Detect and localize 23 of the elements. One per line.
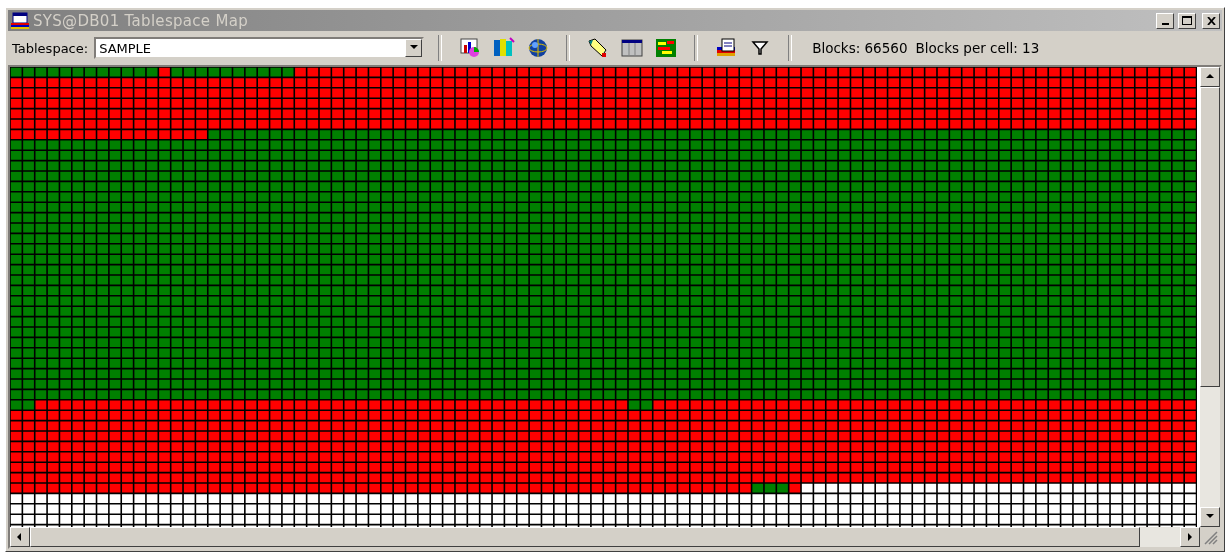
tablespace-label: Tablespace: xyxy=(12,40,89,56)
map-icon xyxy=(654,36,679,60)
close-button[interactable] xyxy=(1202,12,1220,29)
block-info: Blocks: 66560 xyxy=(812,40,908,56)
close-icon xyxy=(1206,16,1216,25)
minimize-button[interactable] xyxy=(1156,12,1174,29)
scroll-thumb[interactable] xyxy=(1200,87,1220,387)
size-grip-icon xyxy=(1204,531,1218,545)
right-arrow-icon xyxy=(1185,532,1195,542)
block-info: Blocks per cell: 13 xyxy=(915,40,1040,56)
maximize-button[interactable] xyxy=(1178,12,1196,29)
window-title: SYS@DB01 Tablespace Map xyxy=(33,11,250,30)
window-icon xyxy=(620,36,645,60)
scroll-up-button[interactable] xyxy=(1200,67,1220,87)
scroll-right-button[interactable] xyxy=(1180,527,1200,547)
minimize-icon xyxy=(1161,22,1169,25)
scroll-thumb[interactable] xyxy=(30,527,1140,547)
dropdown-button[interactable] xyxy=(405,39,423,57)
scroll-down-button[interactable] xyxy=(1200,507,1220,527)
app-icon xyxy=(10,11,30,30)
maximize-icon xyxy=(1182,16,1192,25)
tablespace-dropdown[interactable]: SAMPLE xyxy=(94,37,425,59)
scroll-left-button[interactable] xyxy=(10,527,30,547)
